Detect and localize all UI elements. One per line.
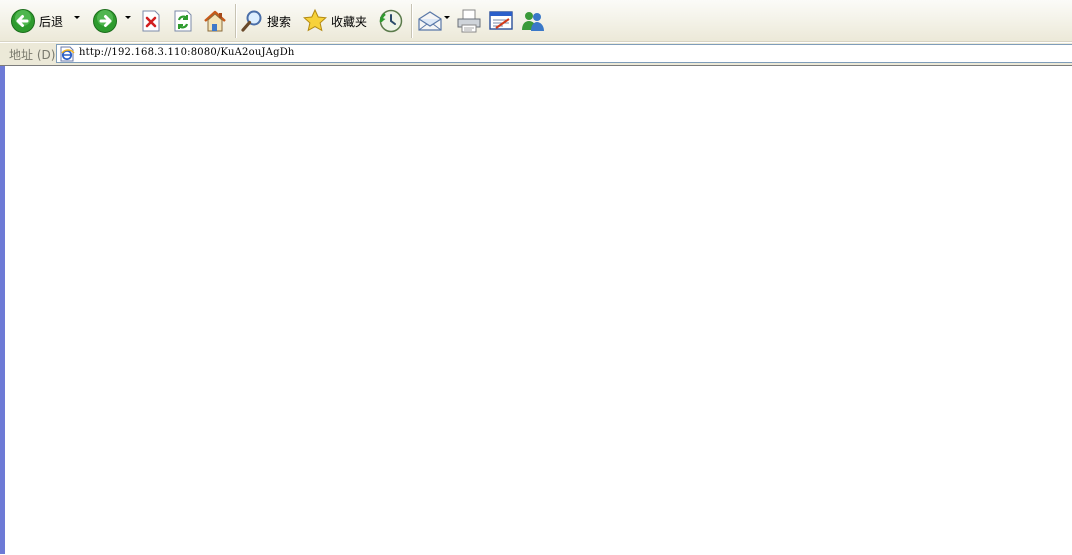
home-button[interactable] <box>202 5 230 37</box>
forward-dropdown-icon[interactable] <box>125 16 131 19</box>
stop-icon <box>142 10 160 32</box>
magnifier-icon <box>241 10 262 32</box>
mail-icon <box>418 11 442 31</box>
stop-button[interactable] <box>140 5 164 37</box>
back-button[interactable]: 后退 <box>10 5 70 37</box>
address-bar: 地址 (D) http://192.168.3.110:8080/KuA2ouJ… <box>0 42 1072 66</box>
search-button[interactable]: 搜索 <box>240 5 296 37</box>
search-label: 搜索 <box>267 14 292 29</box>
address-input[interactable]: http://192.168.3.110:8080/KuA2ouJAgDh <box>56 44 1072 63</box>
print-button[interactable] <box>456 5 482 37</box>
mail-dropdown-icon[interactable] <box>444 16 450 19</box>
back-label: 后退 <box>39 14 64 29</box>
back-dropdown-icon[interactable] <box>74 16 80 19</box>
back-arrow-icon <box>11 9 35 33</box>
page-content <box>0 65 1072 555</box>
home-icon <box>204 10 226 32</box>
favorites-label: 收藏夹 <box>331 14 368 29</box>
forward-button[interactable] <box>92 5 118 37</box>
window-left-border <box>0 66 5 554</box>
history-button[interactable] <box>378 5 406 37</box>
edit-button[interactable] <box>488 5 514 37</box>
star-icon <box>303 8 327 32</box>
toolbar-separator <box>411 4 412 38</box>
history-icon <box>379 9 403 33</box>
address-url[interactable]: http://192.168.3.110:8080/KuA2ouJAgDh <box>79 47 295 58</box>
address-label: 地址 (D) <box>9 48 56 62</box>
printer-icon <box>457 9 481 33</box>
toolbar-separator <box>235 4 236 38</box>
toolbar: 后退 搜索 收藏夹 <box>0 0 1072 42</box>
messenger-icon <box>522 12 544 31</box>
favorites-button[interactable]: 收藏夹 <box>302 5 372 37</box>
refresh-button[interactable] <box>172 5 196 37</box>
edit-icon <box>489 11 513 30</box>
ie-page-icon <box>60 46 75 62</box>
mail-button[interactable] <box>417 5 443 37</box>
messenger-button[interactable] <box>520 5 546 37</box>
refresh-icon <box>174 10 192 32</box>
forward-arrow-icon <box>93 9 117 33</box>
